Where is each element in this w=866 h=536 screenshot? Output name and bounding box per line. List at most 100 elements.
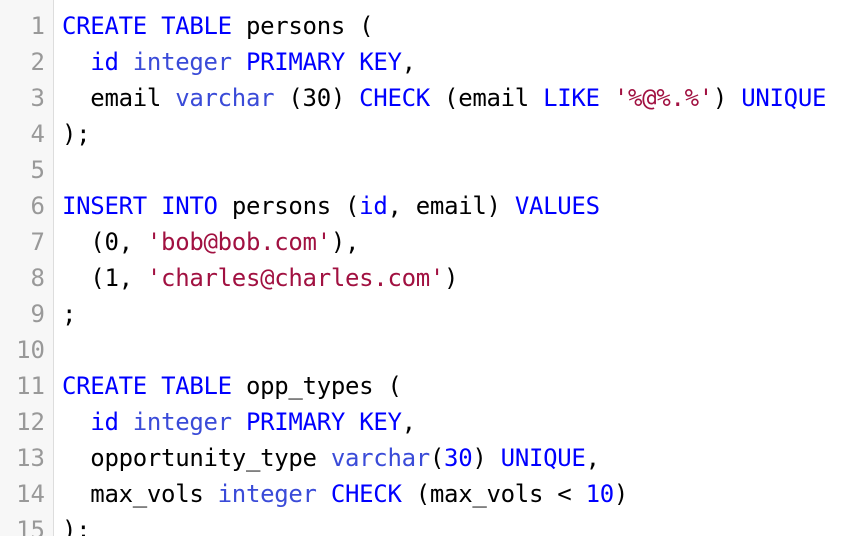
- string-literal-token: 'charles@charles.com': [146, 264, 445, 292]
- keyword-token: PRIMARY: [245, 408, 346, 436]
- line-text: );: [53, 512, 91, 536]
- line-number: 1: [30, 12, 45, 40]
- line-text: ;: [53, 296, 76, 332]
- line-number: 12: [16, 408, 45, 436]
- code-line[interactable]: 3 email varchar (30) CHECK (email LIKE '…: [0, 80, 866, 116]
- code-line[interactable]: 6 INSERT INTO persons (id, email) VALUES: [0, 188, 866, 224]
- keyword-token: TABLE: [161, 372, 232, 400]
- plain-token: , email): [387, 192, 515, 220]
- plain-token: ),: [330, 228, 360, 256]
- code-line[interactable]: 8 (1, 'charles@charles.com'): [0, 260, 866, 296]
- keyword-token: id: [359, 192, 388, 220]
- keyword-token: UNIQUE: [741, 84, 827, 112]
- line-number: 6: [30, 192, 45, 220]
- line-number: 3: [30, 84, 45, 112]
- plain-token: ,: [401, 48, 416, 76]
- code-area[interactable]: 1 CREATE TABLE persons (2 id integer PRIM…: [0, 8, 866, 536]
- code-line[interactable]: 12 id integer PRIMARY KEY,: [0, 404, 866, 440]
- keyword-token: LIKE: [543, 84, 600, 112]
- line-text: [53, 332, 62, 368]
- keyword-token: CREATE: [62, 12, 147, 40]
- line-text: id integer PRIMARY KEY,: [53, 44, 416, 80]
- plain-token: ): [472, 444, 501, 472]
- line-text: email varchar (30) CHECK (email LIKE '%@…: [53, 80, 826, 116]
- plain-token: opportunity_type: [62, 444, 331, 472]
- type-token: varchar: [175, 84, 275, 112]
- code-line[interactable]: 11 CREATE TABLE opp_types (: [0, 368, 866, 404]
- code-editor[interactable]: 1 CREATE TABLE persons (2 id integer PRIM…: [0, 0, 866, 536]
- line-text: [53, 152, 62, 188]
- line-number: 15: [16, 516, 45, 536]
- code-line[interactable]: 10: [0, 332, 866, 368]
- keyword-token: CHECK: [330, 480, 402, 508]
- code-line[interactable]: 7 (0, 'bob@bob.com'),: [0, 224, 866, 260]
- keyword-token: VALUES: [514, 192, 600, 220]
- code-line[interactable]: 5: [0, 152, 866, 188]
- plain-token: persons (: [231, 12, 374, 40]
- plain-token: email: [62, 84, 176, 112]
- line-text: id integer PRIMARY KEY,: [53, 404, 416, 440]
- code-line[interactable]: 13 opportunity_type varchar(30) UNIQUE,: [0, 440, 866, 476]
- plain-token: ): [444, 264, 459, 292]
- plain-token: ,: [401, 408, 416, 436]
- line-number: 4: [30, 120, 45, 148]
- line-number: 13: [16, 444, 45, 472]
- string-literal-token: 'bob@bob.com': [146, 228, 331, 256]
- type-token: varchar: [330, 444, 430, 472]
- code-line[interactable]: 1 CREATE TABLE persons (: [0, 8, 866, 44]
- plain-token: ,: [585, 444, 600, 472]
- line-number: 14: [16, 480, 45, 508]
- plain-token: ): [712, 84, 742, 112]
- type-token: integer: [132, 48, 232, 76]
- plain-token: );: [62, 120, 91, 148]
- keyword-token: CREATE: [62, 372, 147, 400]
- keyword-token: KEY: [359, 408, 402, 436]
- number-token: 30: [444, 444, 473, 472]
- plain-token: (max_vols <: [401, 480, 586, 508]
- code-line[interactable]: 4);: [0, 116, 866, 152]
- code-line[interactable]: 2 id integer PRIMARY KEY,: [0, 44, 866, 80]
- line-text: CREATE TABLE opp_types (: [53, 368, 402, 404]
- line-text: );: [53, 116, 91, 152]
- code-line[interactable]: 14 max_vols integer CHECK (max_vols < 10…: [0, 476, 866, 512]
- plain-token: (0,: [62, 228, 147, 256]
- plain-token: ;: [62, 300, 77, 328]
- plain-token: max_vols: [62, 480, 218, 508]
- keyword-token: INSERT: [62, 192, 147, 220]
- line-number: 5: [30, 156, 45, 184]
- keyword-token: CHECK: [359, 84, 430, 112]
- number-token: 10: [585, 480, 615, 508]
- type-token: integer: [132, 408, 232, 436]
- line-number: 9: [30, 300, 45, 328]
- code-line[interactable]: 15);: [0, 512, 866, 536]
- line-number: 7: [30, 228, 45, 256]
- plain-token: (: [429, 444, 445, 472]
- keyword-token: id: [90, 48, 119, 76]
- string-literal-token: '%@%.%': [613, 84, 713, 112]
- plain-token: ): [613, 480, 629, 508]
- line-number: 10: [16, 336, 45, 364]
- keyword-token: id: [90, 408, 119, 436]
- code-line[interactable]: 9;: [0, 296, 866, 332]
- plain-token: (1,: [62, 264, 147, 292]
- line-text: INSERT INTO persons (id, email) VALUES: [53, 188, 600, 224]
- type-token: integer: [217, 480, 317, 508]
- plain-token: opp_types (: [231, 372, 402, 400]
- keyword-token: PRIMARY: [245, 48, 346, 76]
- line-number: 2: [30, 48, 45, 76]
- line-text: (0, 'bob@bob.com'),: [53, 224, 359, 260]
- plain-token: (30): [274, 84, 360, 112]
- line-text: (1, 'charles@charles.com'): [53, 260, 458, 296]
- keyword-token: KEY: [359, 48, 402, 76]
- line-text: CREATE TABLE persons (: [53, 8, 374, 44]
